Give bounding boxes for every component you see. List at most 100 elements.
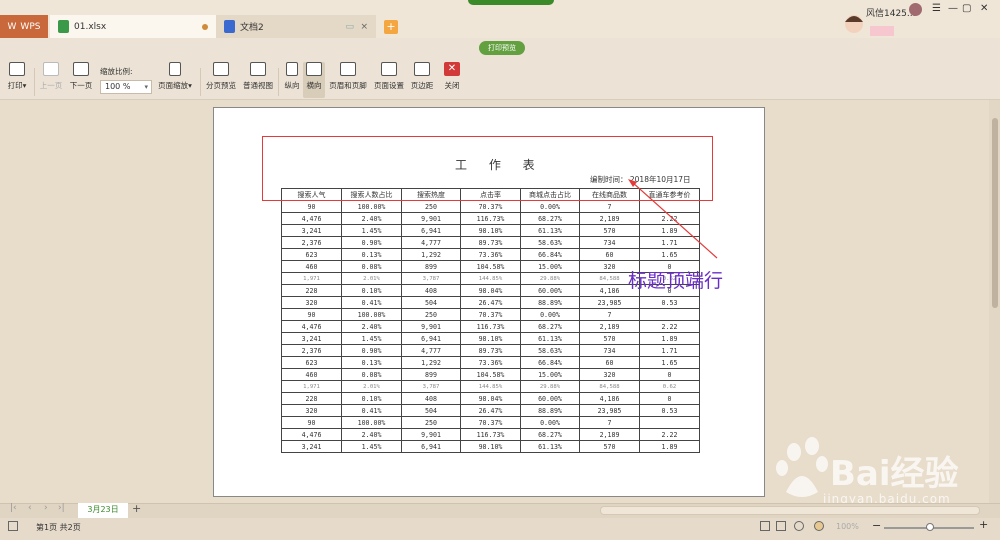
portrait-button[interactable]: 纵向 bbox=[282, 62, 302, 91]
eye-protect-icon[interactable] bbox=[814, 521, 824, 531]
close-preview-button[interactable]: ✕ 关闭 bbox=[441, 62, 463, 91]
table-cell: 100.00% bbox=[341, 200, 402, 213]
unsaved-dot-icon[interactable] bbox=[202, 23, 208, 30]
page-break-preview-button[interactable]: 分页预览 bbox=[204, 62, 238, 91]
print-button[interactable]: 打印▾ bbox=[5, 62, 29, 91]
table-cell: 1.45% bbox=[341, 224, 402, 237]
header-footer-button[interactable]: 页眉和页脚 bbox=[327, 62, 369, 91]
tab-xlsx-label: 01.xlsx bbox=[74, 21, 107, 32]
last-sheet-icon[interactable]: ›| bbox=[58, 503, 65, 513]
next-page-button[interactable]: 下一页 bbox=[67, 62, 95, 91]
table-cell: 3,241 bbox=[281, 440, 342, 453]
table-cell: 100.00% bbox=[341, 416, 402, 429]
table-cell: 460 bbox=[281, 368, 342, 381]
close-window-icon[interactable]: ✕ bbox=[980, 3, 988, 14]
table-cell: 0.08% bbox=[341, 260, 402, 273]
close-tab-icon[interactable]: × bbox=[360, 22, 368, 32]
table-cell: 4,476 bbox=[281, 212, 342, 225]
normal-view-icon[interactable] bbox=[760, 521, 770, 531]
zoom-select[interactable]: 100 % ▾ bbox=[100, 80, 152, 94]
table-cell: 73.36% bbox=[460, 356, 521, 369]
table-cell: 2,189 bbox=[579, 428, 640, 441]
table-cell: 66.84% bbox=[520, 356, 580, 369]
table-cell: 0.41% bbox=[341, 296, 402, 309]
normal-view-label: 普通视图 bbox=[243, 81, 273, 90]
prev-page-button[interactable]: 上一页 bbox=[38, 62, 64, 91]
zoom-in-icon[interactable]: + bbox=[979, 518, 988, 531]
wps-home-tab[interactable]: W WPS bbox=[0, 15, 48, 38]
table-cell: 60.00% bbox=[520, 284, 580, 297]
table-cell: 570 bbox=[579, 332, 640, 345]
page-break-label: 分页预览 bbox=[206, 81, 236, 90]
reading-mode-icon[interactable] bbox=[794, 521, 804, 531]
table-cell: 0.10% bbox=[341, 284, 402, 297]
table-cell bbox=[639, 416, 700, 429]
table-cell: 1,971 bbox=[281, 380, 342, 393]
header-footer-icon bbox=[340, 62, 356, 76]
table-cell: 15.00% bbox=[520, 368, 580, 381]
table-cell: 3,787 bbox=[401, 380, 461, 393]
table-cell: 0.90% bbox=[341, 236, 402, 249]
menu-icon[interactable]: ☰ bbox=[932, 3, 941, 14]
horizontal-scrollbar[interactable] bbox=[600, 506, 980, 515]
table-cell: 89.73% bbox=[460, 236, 521, 249]
close-label: 关闭 bbox=[444, 81, 460, 90]
table-cell: 3,787 bbox=[401, 272, 461, 285]
vertical-scroll-thumb[interactable] bbox=[992, 118, 998, 308]
maximize-icon[interactable]: ▢ bbox=[962, 3, 971, 14]
table-cell: 98.10% bbox=[460, 224, 521, 237]
zoom-out-icon[interactable]: − bbox=[872, 519, 881, 532]
page-setup-button[interactable]: 页面设置 bbox=[371, 62, 407, 91]
table-row: 90 100.00% 250 70.37% 0.00% 7 bbox=[281, 416, 700, 429]
zoom-slider-knob[interactable] bbox=[926, 523, 934, 531]
portrait-label: 纵向 bbox=[284, 81, 300, 90]
macro-icon[interactable] bbox=[8, 521, 18, 531]
zoom-label: 缩放比例: bbox=[100, 67, 133, 76]
table-cell: 0.53 bbox=[639, 404, 700, 417]
first-sheet-icon[interactable]: |‹ bbox=[10, 503, 17, 513]
page-zoom-button[interactable]: 页面缩放▾ bbox=[156, 62, 194, 91]
table-cell: 116.73% bbox=[460, 320, 521, 333]
table-cell: 6,941 bbox=[401, 224, 461, 237]
margins-button[interactable]: 页边距 bbox=[409, 62, 435, 91]
new-tab-button[interactable]: + bbox=[384, 20, 398, 34]
page-setup-label: 页面设置 bbox=[374, 81, 404, 90]
table-cell: 2.22 bbox=[639, 212, 700, 225]
table-cell: 116.73% bbox=[460, 212, 521, 225]
table-cell: 1.45% bbox=[341, 440, 402, 453]
landscape-button[interactable]: 横向 bbox=[303, 62, 325, 98]
table-cell: 61.13% bbox=[520, 224, 580, 237]
normal-view-button[interactable]: 普通视图 bbox=[240, 62, 276, 91]
table-cell: 29.88% bbox=[520, 380, 580, 393]
table-cell: 1.65 bbox=[639, 356, 700, 369]
page-zoom-dropdown-icon: ▾ bbox=[188, 81, 192, 90]
table-cell: 68.27% bbox=[520, 320, 580, 333]
table-row: 1,971 2.01% 3,787 144.85% 29.88% 84,588 0.62 bbox=[281, 380, 700, 393]
add-sheet-icon[interactable]: + bbox=[132, 502, 141, 515]
sheet-tab[interactable]: 3月23日 bbox=[78, 503, 128, 518]
table-row: 90 100.00% 250 70.37% 0.00% 7 bbox=[281, 200, 700, 213]
print-preview-badge: 打印预览 bbox=[479, 41, 525, 55]
table-cell: 6,941 bbox=[401, 440, 461, 453]
tab-doc[interactable]: 文档2 ▭ × bbox=[216, 15, 376, 38]
next-sheet-icon[interactable]: › bbox=[44, 503, 48, 513]
table-cell: 9,901 bbox=[401, 320, 461, 333]
page-layout-icon[interactable] bbox=[776, 521, 786, 531]
table-row: 3,241 1.45% 6,941 98.10% 61.13% 570 1.89 bbox=[281, 332, 700, 345]
table-cell: 61.13% bbox=[520, 440, 580, 453]
prev-sheet-icon[interactable]: ‹ bbox=[28, 503, 32, 513]
table-row: 90 100.00% 250 70.37% 0.00% 7 bbox=[281, 308, 700, 321]
table-cell: 1.71 bbox=[639, 344, 700, 357]
table-cell: 66.84% bbox=[520, 248, 580, 261]
tab-xlsx[interactable]: 01.xlsx bbox=[50, 15, 216, 38]
table-cell: 0.00% bbox=[520, 416, 580, 429]
table-row: 3,241 1.45% 6,941 98.10% 61.13% 570 1.89 bbox=[281, 224, 700, 237]
table-cell: 6,941 bbox=[401, 332, 461, 345]
close-icon: ✕ bbox=[444, 62, 460, 76]
table-cell: 570 bbox=[579, 224, 640, 237]
table-cell: 0.08% bbox=[341, 368, 402, 381]
divider bbox=[278, 68, 279, 96]
avatar[interactable] bbox=[909, 3, 922, 16]
minimize-icon[interactable]: — bbox=[948, 3, 958, 14]
table-row: 2,376 0.90% 4,777 89.73% 58.63% 734 1.71 bbox=[281, 236, 700, 249]
